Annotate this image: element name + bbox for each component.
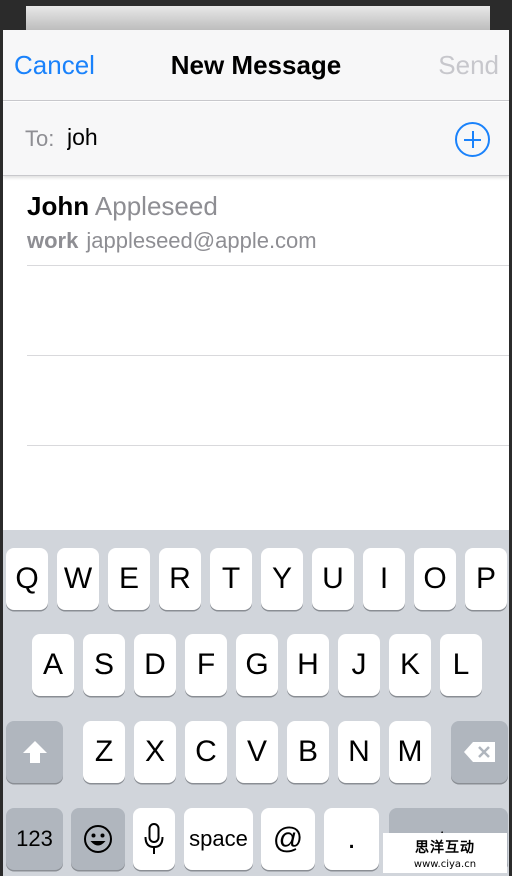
key-u[interactable]: U (312, 548, 354, 610)
key-m[interactable]: M (389, 721, 431, 783)
key-s[interactable]: S (83, 634, 125, 696)
key-c[interactable]: C (185, 721, 227, 783)
key-d[interactable]: D (134, 634, 176, 696)
key-k[interactable]: K (389, 634, 431, 696)
microphone-key[interactable] (133, 808, 175, 870)
watermark-text: 思洋互动 (415, 840, 475, 856)
key-p[interactable]: P (465, 548, 507, 610)
contact-first-name: John (27, 191, 90, 221)
key-y[interactable]: Y (261, 548, 303, 610)
contact-last-name: Appleseed (94, 191, 218, 221)
key-j[interactable]: J (338, 634, 380, 696)
contact-email: jappleseed@apple.com (86, 228, 317, 253)
status-bar-strip (26, 6, 490, 30)
cancel-button[interactable]: Cancel (14, 50, 95, 81)
key-a[interactable]: A (32, 634, 74, 696)
email-type-label: work (27, 228, 79, 253)
to-label: To: (25, 126, 55, 151)
key-f[interactable]: F (185, 634, 227, 696)
key-l[interactable]: L (440, 634, 482, 696)
shift-key[interactable] (6, 721, 63, 783)
keyboard: QWERTYUIOP ASDFGHJKL ZXCVBNM 123 space @… (3, 530, 509, 876)
at-key[interactable]: @ (261, 808, 315, 870)
contact-suggestion[interactable]: John Appleseed work jappleseed@apple.com (27, 176, 509, 266)
key-n[interactable]: N (338, 721, 380, 783)
empty-list-row (27, 356, 509, 446)
key-q[interactable]: Q (6, 548, 48, 610)
key-g[interactable]: G (236, 634, 278, 696)
delete-icon (463, 742, 495, 762)
microphone-icon (144, 823, 164, 854)
watermark: 思洋互动 www.ciya.cn (383, 833, 507, 873)
key-h[interactable]: H (287, 634, 329, 696)
watermark-url: www.ciya.cn (413, 859, 477, 870)
delete-key[interactable] (451, 721, 508, 783)
emoji-key[interactable] (71, 808, 125, 870)
shift-icon (22, 741, 47, 763)
key-z[interactable]: Z (83, 721, 125, 783)
compose-sheet: Cancel New Message Send To: John Applese… (3, 30, 509, 876)
contact-name: John Appleseed (27, 191, 218, 222)
dot-key[interactable]: . (324, 808, 379, 870)
key-e[interactable]: E (108, 548, 150, 610)
emoji-icon (84, 825, 112, 853)
send-button[interactable]: Send (438, 50, 499, 81)
key-t[interactable]: T (210, 548, 252, 610)
key-w[interactable]: W (57, 548, 99, 610)
key-o[interactable]: O (414, 548, 456, 610)
key-x[interactable]: X (134, 721, 176, 783)
numbers-key[interactable]: 123 (6, 808, 63, 870)
space-key[interactable]: space (184, 808, 253, 870)
contact-detail: work jappleseed@apple.com (27, 228, 317, 254)
key-r[interactable]: R (159, 548, 201, 610)
empty-list-row (27, 266, 509, 356)
key-v[interactable]: V (236, 721, 278, 783)
recipient-row: To: (3, 102, 509, 176)
key-i[interactable]: I (363, 548, 405, 610)
to-input[interactable] (67, 120, 427, 154)
key-b[interactable]: B (287, 721, 329, 783)
add-contact-button[interactable] (455, 122, 490, 157)
device-frame: Cancel New Message Send To: John Applese… (0, 0, 512, 876)
nav-bar: Cancel New Message Send (3, 30, 509, 101)
